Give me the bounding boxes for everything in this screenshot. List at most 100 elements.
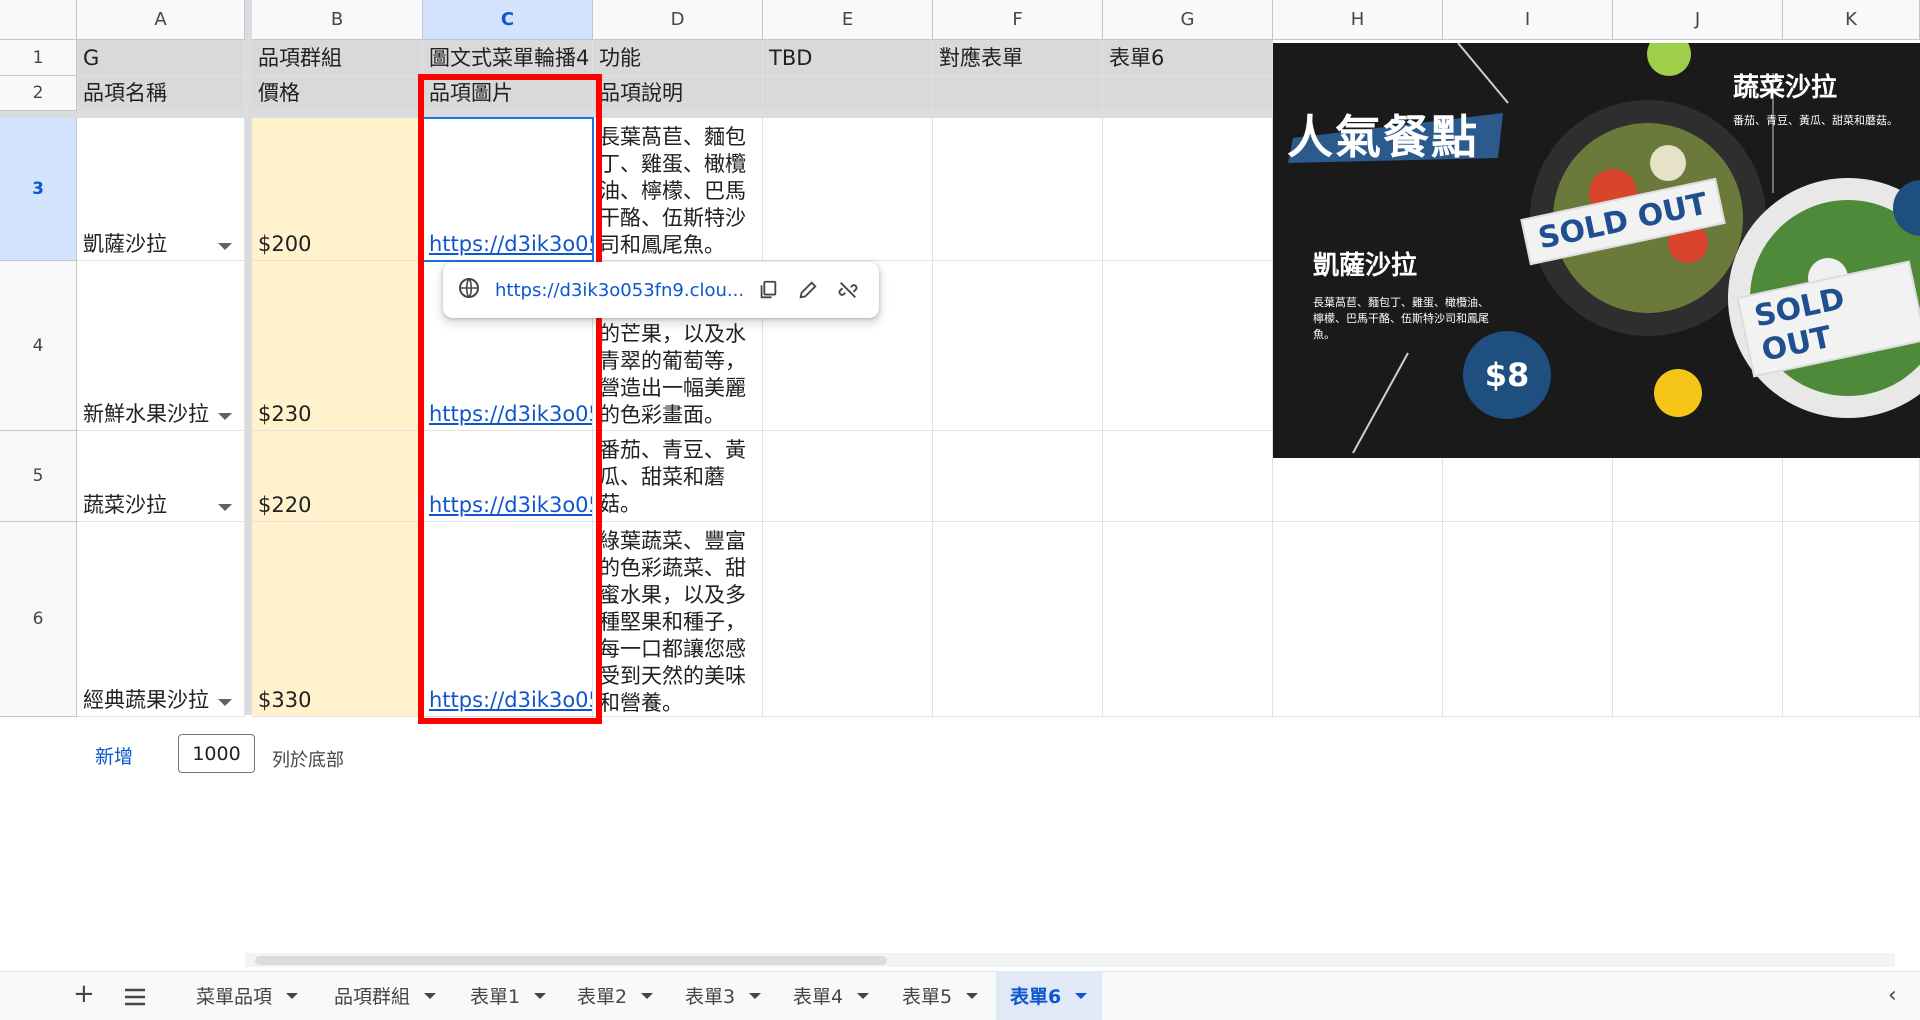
promo-item1-desc: 長葉萵苣、麵包丁、雞蛋、橄欖油、檸檬、巴馬干酪、伍斯特沙司和鳳尾魚。 xyxy=(1313,296,1489,341)
chevron-down-icon[interactable] xyxy=(1075,992,1088,999)
cell-h5[interactable] xyxy=(1273,458,1443,522)
cell-g2[interactable] xyxy=(1103,76,1273,111)
cell-a2[interactable]: 品項名稱 xyxy=(77,76,245,111)
item-name: 蔬菜沙拉 xyxy=(83,493,167,517)
chevron-down-icon[interactable] xyxy=(857,992,870,999)
cell-c1[interactable]: 圖文式菜單輪播4 xyxy=(423,40,593,76)
cell-a6[interactable]: 經典蔬果沙拉 xyxy=(77,522,245,717)
menu-promo-image[interactable]: 人氣餐點 凱薩沙拉 長葉萵苣、麵包丁、雞蛋、橄欖油、檸檬、巴馬干酪、伍斯特沙司和… xyxy=(1273,43,1920,458)
link-url[interactable]: https://d3ik3o053fn9.clou... xyxy=(495,280,745,301)
sheet-tab[interactable]: 品項群組 xyxy=(320,971,444,1020)
cell-e2[interactable] xyxy=(763,76,933,111)
cell-f4[interactable] xyxy=(933,261,1103,431)
column-header-k[interactable]: K xyxy=(1783,0,1920,40)
cell-g3[interactable] xyxy=(1103,118,1273,261)
add-sheet-icon[interactable]: + xyxy=(73,979,95,1009)
cell-g5[interactable] xyxy=(1103,431,1273,522)
cell-i6[interactable] xyxy=(1443,522,1613,717)
cell-d3[interactable]: 長葉萵苣、麵包丁、雞蛋、橄欖油、檸檬、巴馬干酪、伍斯特沙司和鳳尾魚。 xyxy=(593,118,763,261)
cell-j6[interactable] xyxy=(1613,522,1783,717)
globe-icon xyxy=(457,276,481,304)
chevron-down-icon[interactable] xyxy=(286,992,299,999)
cell-d5[interactable]: 番茄、青豆、黃瓜、甜菜和蘑菇。 xyxy=(593,431,763,522)
cell-b4[interactable]: $230 xyxy=(252,261,423,431)
column-header-i[interactable]: I xyxy=(1443,0,1613,40)
column-header-j[interactable]: J xyxy=(1613,0,1783,40)
cell-e6[interactable] xyxy=(763,522,933,717)
spreadsheet: A B C D E F G H I J K 1 2 3 4 5 6 G 品項群組… xyxy=(0,0,1920,1020)
remove-link-icon[interactable] xyxy=(831,273,865,307)
cell-d2[interactable]: 品項說明 xyxy=(593,76,763,111)
cell-i5[interactable] xyxy=(1443,458,1613,522)
column-header-h[interactable]: H xyxy=(1273,0,1443,40)
cell-j5[interactable] xyxy=(1613,458,1783,522)
column-header-a[interactable]: A xyxy=(77,0,245,40)
sheet-tab[interactable]: 表單3 xyxy=(671,971,775,1020)
chevron-down-icon[interactable] xyxy=(749,992,762,999)
dropdown-arrow-icon[interactable] xyxy=(218,699,232,706)
copy-link-icon[interactable] xyxy=(751,273,785,307)
cell-g4[interactable] xyxy=(1103,261,1273,431)
horizontal-scrollbar-thumb[interactable] xyxy=(255,956,887,965)
cell-a5[interactable]: 蔬菜沙拉 xyxy=(77,431,245,522)
column-header-g[interactable]: G xyxy=(1103,0,1273,40)
edit-link-icon[interactable] xyxy=(791,273,825,307)
row-header-5[interactable]: 5 xyxy=(0,431,77,522)
sheet-tab[interactable]: 表單4 xyxy=(779,971,883,1020)
chevron-down-icon[interactable] xyxy=(424,992,437,999)
scroll-tabs-left-icon[interactable]: ‹ xyxy=(1888,983,1897,1008)
row-header-2[interactable]: 2 xyxy=(0,76,77,111)
promo-item2-name: 蔬菜沙拉 xyxy=(1733,73,1838,103)
column-header-f[interactable]: F xyxy=(933,0,1103,40)
cell-d1[interactable]: 功能 xyxy=(593,40,763,76)
cell-b1[interactable]: 品項群組 xyxy=(252,40,423,76)
cell-k5[interactable] xyxy=(1783,458,1920,522)
cell-e3[interactable] xyxy=(763,118,933,261)
cell-a1[interactable]: G xyxy=(77,40,245,76)
column-header-c[interactable]: C xyxy=(423,0,593,40)
cell-g6[interactable] xyxy=(1103,522,1273,717)
row-header-1[interactable]: 1 xyxy=(0,40,77,76)
column-header-e[interactable]: E xyxy=(763,0,933,40)
frozen-column-divider[interactable] xyxy=(245,0,252,715)
cell-f1[interactable]: 對應表單 xyxy=(933,40,1103,76)
sheet-tab-active[interactable]: 表單6 xyxy=(996,971,1102,1020)
sheet-tab[interactable]: 表單5 xyxy=(888,971,992,1020)
cell-b5[interactable]: $220 xyxy=(252,431,423,522)
sheet-tab[interactable]: 菜單品項 xyxy=(182,971,306,1020)
column-header-b[interactable]: B xyxy=(252,0,423,40)
sheet-tab[interactable]: 表單1 xyxy=(456,971,560,1020)
cell-a3[interactable]: 凱薩沙拉 xyxy=(77,118,245,261)
cell-g1[interactable]: 表單6 xyxy=(1103,40,1273,76)
chevron-down-icon[interactable] xyxy=(966,992,979,999)
column-header-d[interactable]: D xyxy=(593,0,763,40)
dropdown-arrow-icon[interactable] xyxy=(218,243,232,250)
cell-b6[interactable]: $330 xyxy=(252,522,423,717)
cell-d6[interactable]: 綠葉蔬菜、豐富的色彩蔬菜、甜蜜水果，以及多種堅果和種子，每一口都讓您感受到天然的… xyxy=(593,522,763,717)
promo-item2-desc: 番茄、青豆、黃瓜、甜菜和蘑菇。 xyxy=(1733,114,1898,127)
row-header-4[interactable]: 4 xyxy=(0,261,77,431)
cell-a4[interactable]: 新鮮水果沙拉 xyxy=(77,261,245,431)
dropdown-arrow-icon[interactable] xyxy=(218,413,232,420)
cell-f2[interactable] xyxy=(933,76,1103,111)
dropdown-arrow-icon[interactable] xyxy=(218,504,232,511)
row-header-6[interactable]: 6 xyxy=(0,522,77,717)
item-name: 凱薩沙拉 xyxy=(83,232,167,256)
cell-b2[interactable]: 價格 xyxy=(252,76,423,111)
cell-f5[interactable] xyxy=(933,431,1103,522)
add-rows-button[interactable]: 新增 xyxy=(95,742,133,769)
select-all-corner[interactable] xyxy=(0,0,77,40)
sheet-tab[interactable]: 表單2 xyxy=(563,971,667,1020)
chevron-down-icon[interactable] xyxy=(534,992,547,999)
cell-e1[interactable]: TBD xyxy=(763,40,933,76)
all-sheets-menu-icon[interactable] xyxy=(124,983,146,1013)
chevron-down-icon[interactable] xyxy=(641,992,654,999)
cell-k6[interactable] xyxy=(1783,522,1920,717)
cell-f6[interactable] xyxy=(933,522,1103,717)
row-header-3[interactable]: 3 xyxy=(0,118,77,261)
cell-h6[interactable] xyxy=(1273,522,1443,717)
cell-e5[interactable] xyxy=(763,431,933,522)
cell-b3[interactable]: $200 xyxy=(252,118,423,261)
cell-f3[interactable] xyxy=(933,118,1103,261)
add-rows-count-input[interactable]: 1000 xyxy=(178,734,255,773)
